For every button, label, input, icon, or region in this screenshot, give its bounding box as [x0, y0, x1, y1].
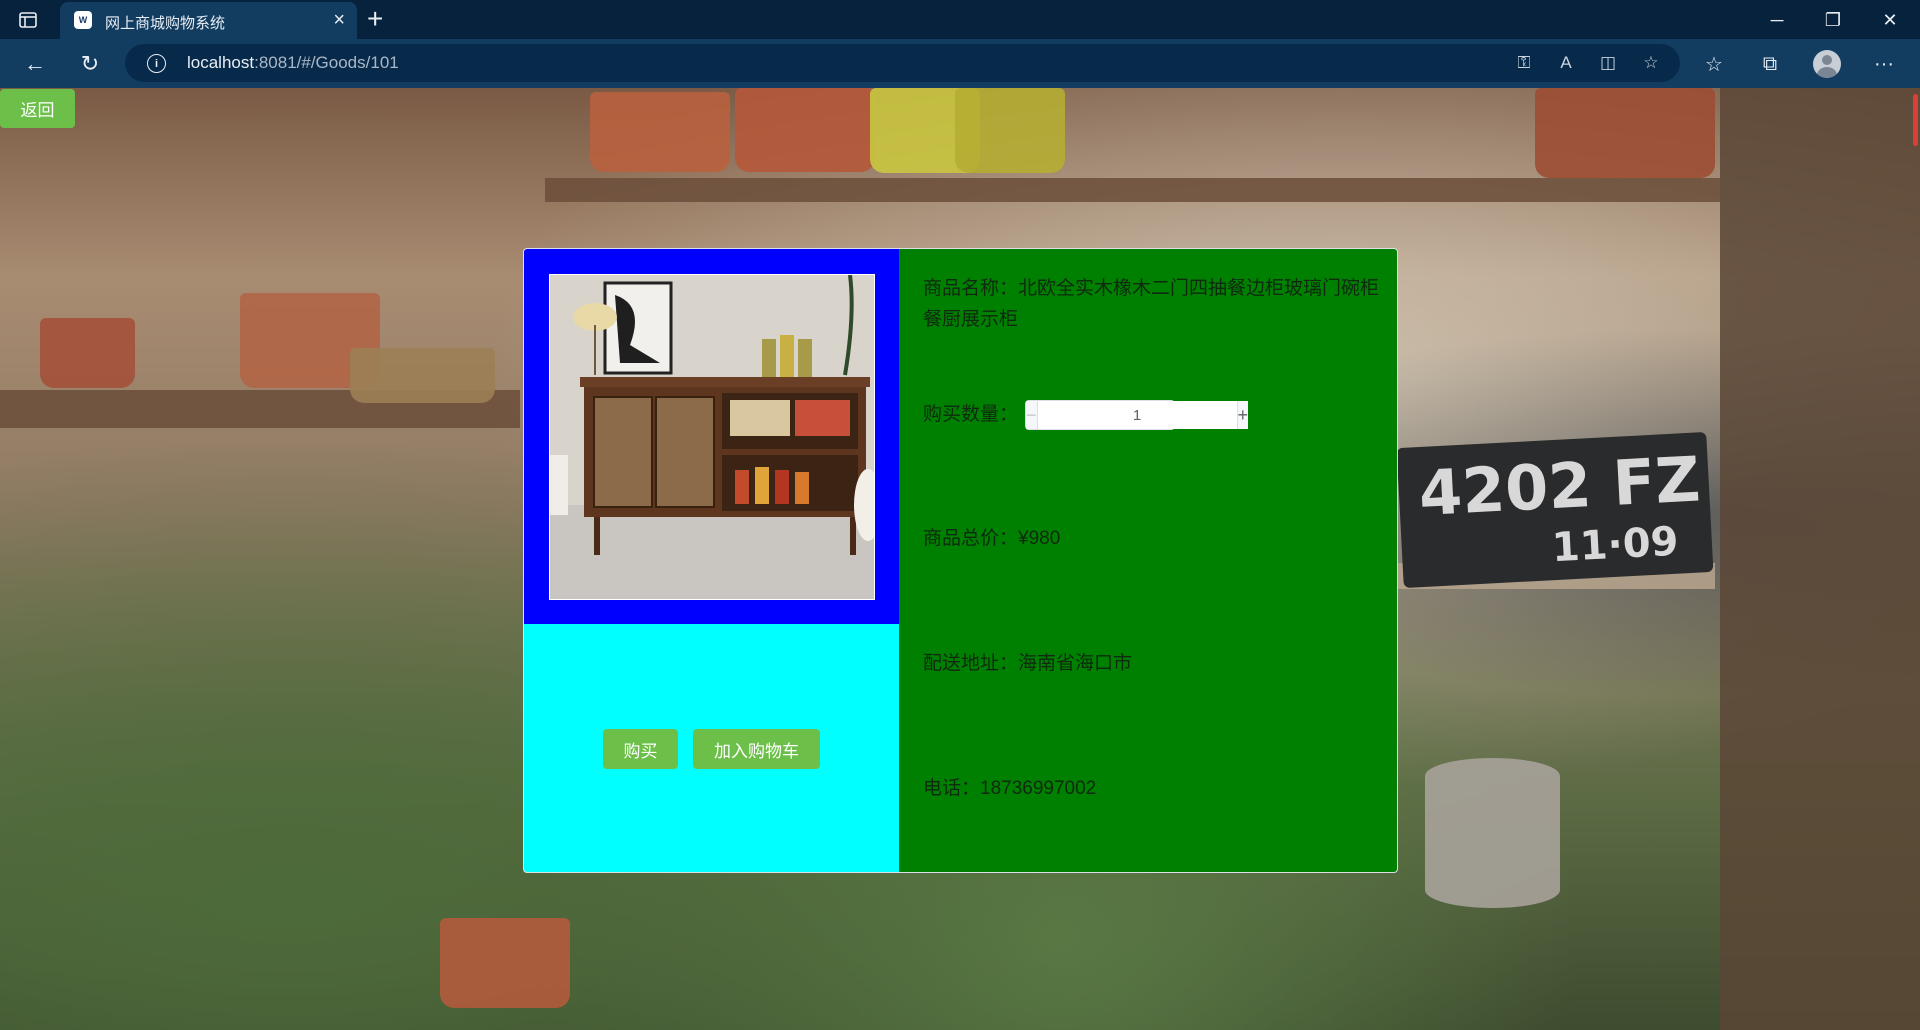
goods-info-panel: 商品名称：北欧全实木橡木二门四抽餐边柜玻璃门碗柜餐厨展示柜 购买数量： − + … [899, 249, 1397, 872]
goods-name-label: 商品名称： [923, 278, 1019, 299]
url-text[interactable]: localhost:8081/#/Goods/101 [187, 53, 399, 73]
favorites-icon[interactable]: ☆ [1701, 51, 1727, 77]
key-icon[interactable]: ⚿ [1513, 52, 1535, 74]
back-arrow-icon[interactable]: ← [20, 49, 50, 79]
quantity-input[interactable] [1037, 401, 1237, 429]
phone-value: 18736997002 [980, 778, 1097, 799]
close-tab-icon[interactable]: × [333, 8, 345, 32]
total-price-row: 商品总价：¥980 [923, 523, 1383, 554]
bg-pot [1535, 88, 1715, 178]
quantity-label: 购买数量： [923, 404, 1019, 425]
goods-detail-card: 购买 加入购物车 商品名称：北欧全实木橡木二门四抽餐边柜玻璃门碗柜餐厨展示柜 购… [523, 248, 1398, 873]
phone-row: 电话：18736997002 [923, 773, 1383, 804]
plate-text-top: 4202 FZ [1417, 442, 1702, 531]
browser-tab[interactable]: W 网上商城购物系统 × [60, 2, 357, 39]
sideboard-product-image [550, 275, 874, 599]
split-screen-icon[interactable]: ◫ [1597, 52, 1619, 74]
goods-action-panel: 购买 加入购物车 [524, 624, 899, 872]
bg-tin-can [1425, 758, 1560, 908]
address-row: 配送地址：海南省海口市 [923, 648, 1383, 679]
restore-icon[interactable]: ❐ [1813, 6, 1853, 34]
profile-avatar[interactable] [1813, 50, 1841, 78]
goods-name-row: 商品名称：北欧全实木橡木二门四抽餐边柜玻璃门碗柜餐厨展示柜 [923, 273, 1383, 335]
plate-text-bottom: 11·09 [1550, 518, 1680, 572]
site-info-icon[interactable]: i [147, 54, 166, 73]
new-tab-icon[interactable]: + [367, 4, 383, 34]
page-viewport: 4202 FZ 11·09 返回 购买 加入购物车 商品名称：北欧全实木橡木二门… [0, 88, 1920, 1030]
address-value: 海南省海口市 [1018, 653, 1133, 674]
bg-pot [350, 348, 495, 403]
buy-button[interactable]: 购买 [603, 729, 678, 769]
browser-toolbar: ← ↻ i localhost:8081/#/Goods/101 ⚿ A ◫ ☆… [0, 39, 1920, 88]
bg-license-plate: 4202 FZ 11·09 [1396, 431, 1714, 589]
tab-actions-icon[interactable] [16, 8, 40, 32]
scrollbar-thumb[interactable] [1913, 94, 1918, 146]
decrease-quantity-button[interactable]: − [1026, 401, 1038, 429]
add-favorite-icon[interactable]: ☆ [1640, 52, 1662, 74]
url-host: localhost [187, 53, 255, 72]
bg-shelf [545, 178, 1720, 202]
bg-pot [955, 88, 1065, 173]
site-favicon-icon: W [74, 11, 92, 29]
back-button[interactable]: 返回 [0, 89, 75, 128]
url-path: :8081/#/Goods/101 [254, 53, 399, 72]
add-to-cart-button[interactable]: 加入购物车 [693, 729, 820, 769]
bg-pot [40, 318, 135, 388]
address-bar[interactable]: i localhost:8081/#/Goods/101 ⚿ A ◫ ☆ [125, 44, 1680, 82]
goods-image [549, 274, 875, 600]
read-aloud-icon[interactable]: A [1555, 52, 1577, 74]
phone-label: 电话： [923, 778, 981, 799]
total-price-value: ¥980 [1018, 528, 1061, 549]
close-window-icon[interactable]: ✕ [1870, 6, 1910, 34]
collections-icon[interactable]: ⧉ [1757, 51, 1783, 77]
minimize-icon[interactable]: ─ [1757, 6, 1797, 34]
bg-pot [590, 92, 730, 172]
increase-quantity-button[interactable]: + [1236, 401, 1249, 429]
total-price-label: 商品总价： [923, 528, 1019, 549]
bg-pot [440, 918, 570, 1008]
more-menu-icon[interactable]: ··· [1871, 51, 1897, 77]
refresh-icon[interactable]: ↻ [75, 49, 105, 79]
browser-titlebar: W 网上商城购物系统 × + ─ ❐ ✕ [0, 0, 1920, 39]
address-label: 配送地址： [923, 653, 1019, 674]
page-scrollbar[interactable] [1910, 88, 1920, 1030]
quantity-stepper[interactable]: − + [1025, 400, 1249, 430]
goods-image-panel [524, 249, 899, 624]
tab-title: 网上商城购物系统 [105, 15, 226, 32]
bg-post [1720, 88, 1920, 1030]
bg-pot [735, 88, 875, 172]
